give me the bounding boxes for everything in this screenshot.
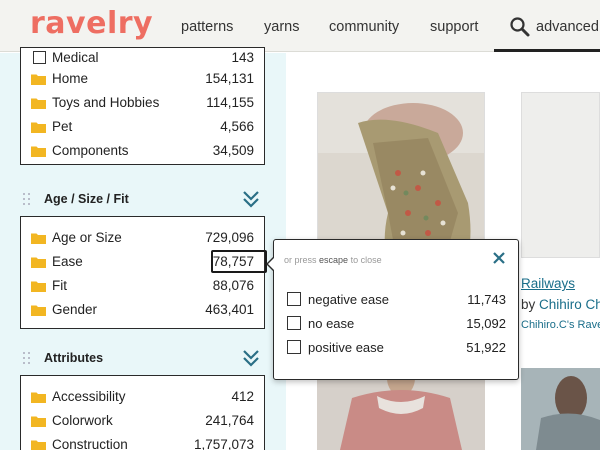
nav-support[interactable]: support <box>430 19 478 35</box>
filter-row-label: Construction <box>52 437 128 450</box>
filter-row-accessibility[interactable]: Accessibility 412 <box>31 386 254 408</box>
folder-icon <box>31 146 46 157</box>
drag-handle-icon[interactable] <box>23 193 31 205</box>
filter-row-count: 412 <box>231 389 254 404</box>
filter-row-count: 154,131 <box>205 71 254 86</box>
option-count: 15,092 <box>466 316 506 331</box>
folder-icon <box>31 416 46 427</box>
filter-row-count: 1,757,073 <box>193 437 254 450</box>
section-header-age-size-fit[interactable]: Age / Size / Fit <box>20 187 265 211</box>
advanced-search-label: advanced s <box>536 19 600 35</box>
checkbox[interactable] <box>33 51 46 64</box>
filter-row-label: Gender <box>52 302 98 317</box>
filter-row-home[interactable]: Home 154,131 <box>31 68 254 90</box>
filter-row-colorwork[interactable]: Colorwork 241,764 <box>31 410 254 432</box>
option-count: 11,743 <box>467 292 506 307</box>
filter-row-label: Toys and Hobbies <box>52 95 160 110</box>
filter-row-count: 463,401 <box>205 302 254 317</box>
filter-row-age-or-size[interactable]: Age or Size 729,096 <box>31 227 254 249</box>
filter-row-count: 34,509 <box>212 143 254 158</box>
pattern-designer-line: by Chihiro Ch <box>521 297 600 312</box>
filter-row-construction[interactable]: Construction 1,757,073 <box>31 434 254 450</box>
section-title: Attributes <box>44 351 104 365</box>
attributes-filter-box: Accessibility 412 Colorwork 241,764 Cons… <box>20 375 265 450</box>
nav-patterns[interactable]: patterns <box>181 19 233 35</box>
popup-pointer <box>266 256 275 272</box>
top-header: ravelry patterns yarns community support… <box>0 0 600 52</box>
pattern-photo-pullover[interactable] <box>521 368 600 450</box>
filter-row-label: Age or Size <box>52 230 122 245</box>
sweater-photo-image <box>317 368 485 450</box>
filter-row-count: 241,764 <box>205 413 254 428</box>
ease-filter-popup: or press escape to close negative ease 1… <box>266 239 519 380</box>
pattern-photo-railways[interactable] <box>521 92 600 258</box>
by-prefix: by <box>521 297 536 312</box>
folder-icon <box>31 233 46 244</box>
option-label: positive ease <box>308 340 384 355</box>
filter-row-label: Colorwork <box>52 413 113 428</box>
filter-row-ease[interactable]: Ease 78,757 <box>31 250 267 273</box>
filter-row-components[interactable]: Components 34,509 <box>31 140 254 162</box>
filter-row-gender[interactable]: Gender 463,401 <box>31 299 254 321</box>
filter-row-label: Components <box>52 143 129 158</box>
section-header-attributes[interactable]: Attributes <box>20 346 265 370</box>
filter-row-label: Fit <box>52 278 67 293</box>
nav-yarns[interactable]: yarns <box>264 19 299 35</box>
pattern-photo-sweater[interactable] <box>317 368 485 450</box>
folder-icon <box>31 392 46 403</box>
option-label: negative ease <box>308 292 389 307</box>
positive-ease-checkbox[interactable] <box>287 340 301 354</box>
filter-row-toys-and-hobbies[interactable]: Toys and Hobbies 114,155 <box>31 92 254 114</box>
double-chevron-down-icon[interactable] <box>241 348 261 368</box>
popup-escape-hint: or press escape to close <box>284 255 382 265</box>
pattern-source-link[interactable]: Chihiro.C's Rave <box>521 319 600 331</box>
option-count: 51,922 <box>466 340 506 355</box>
filter-row-fit[interactable]: Fit 88,076 <box>31 275 254 297</box>
folder-icon <box>31 257 46 268</box>
folder-icon <box>31 74 46 85</box>
folder-icon <box>31 98 46 109</box>
folder-icon <box>31 305 46 316</box>
negative-ease-checkbox[interactable] <box>287 292 301 306</box>
filter-row-count: 4,566 <box>220 119 254 134</box>
hint-prefix: or press <box>284 255 317 265</box>
hint-suffix: to close <box>350 255 382 265</box>
pattern-title-link[interactable]: Railways <box>521 276 575 291</box>
filter-row-count: 78,757 <box>212 254 254 269</box>
advanced-search-tab[interactable]: advanced s <box>494 0 600 52</box>
filter-row-count: 143 <box>231 50 254 65</box>
designer-link[interactable]: Chihiro Ch <box>539 297 600 312</box>
filter-row-count: 114,155 <box>206 95 254 110</box>
ease-option-positive[interactable]: positive ease 51,922 <box>287 337 506 357</box>
folder-icon <box>31 281 46 292</box>
folder-icon <box>31 122 46 133</box>
filter-row-label: Home <box>52 71 89 86</box>
filter-row-medical[interactable]: Medical 143 <box>31 47 254 69</box>
filter-row-label: Accessibility <box>52 389 126 404</box>
filter-row-label: Ease <box>52 254 83 269</box>
ease-option-none[interactable]: no ease 15,092 <box>287 313 506 333</box>
nav-community[interactable]: community <box>329 19 399 35</box>
filter-row-count: 729,096 <box>205 230 254 245</box>
ease-option-negative[interactable]: negative ease 11,743 <box>287 289 506 309</box>
no-ease-checkbox[interactable] <box>287 316 301 330</box>
option-label: no ease <box>308 316 355 331</box>
folder-icon <box>31 440 46 450</box>
hint-key: escape <box>319 255 349 265</box>
filter-row-pet[interactable]: Pet 4,566 <box>31 116 254 138</box>
filter-row-count: 88,076 <box>212 278 254 293</box>
search-icon <box>510 17 530 37</box>
pullover-photo-image <box>521 368 600 450</box>
ravelry-logo[interactable]: ravelry <box>30 6 153 41</box>
categories-filter-box: Medical 143 Home 154,131 Toys and Hobbie… <box>20 47 265 165</box>
section-title: Age / Size / Fit <box>44 192 129 206</box>
filter-row-label: Pet <box>52 119 73 134</box>
drag-handle-icon[interactable] <box>23 352 31 364</box>
double-chevron-down-icon[interactable] <box>241 189 261 209</box>
filter-sidebar: Medical 143 Home 154,131 Toys and Hobbie… <box>0 47 286 450</box>
age-size-fit-filter-box: Age or Size 729,096 Ease 78,757 Fit 88,0… <box>20 216 267 329</box>
filter-row-label: Medical <box>52 50 99 65</box>
close-icon[interactable] <box>492 251 506 265</box>
